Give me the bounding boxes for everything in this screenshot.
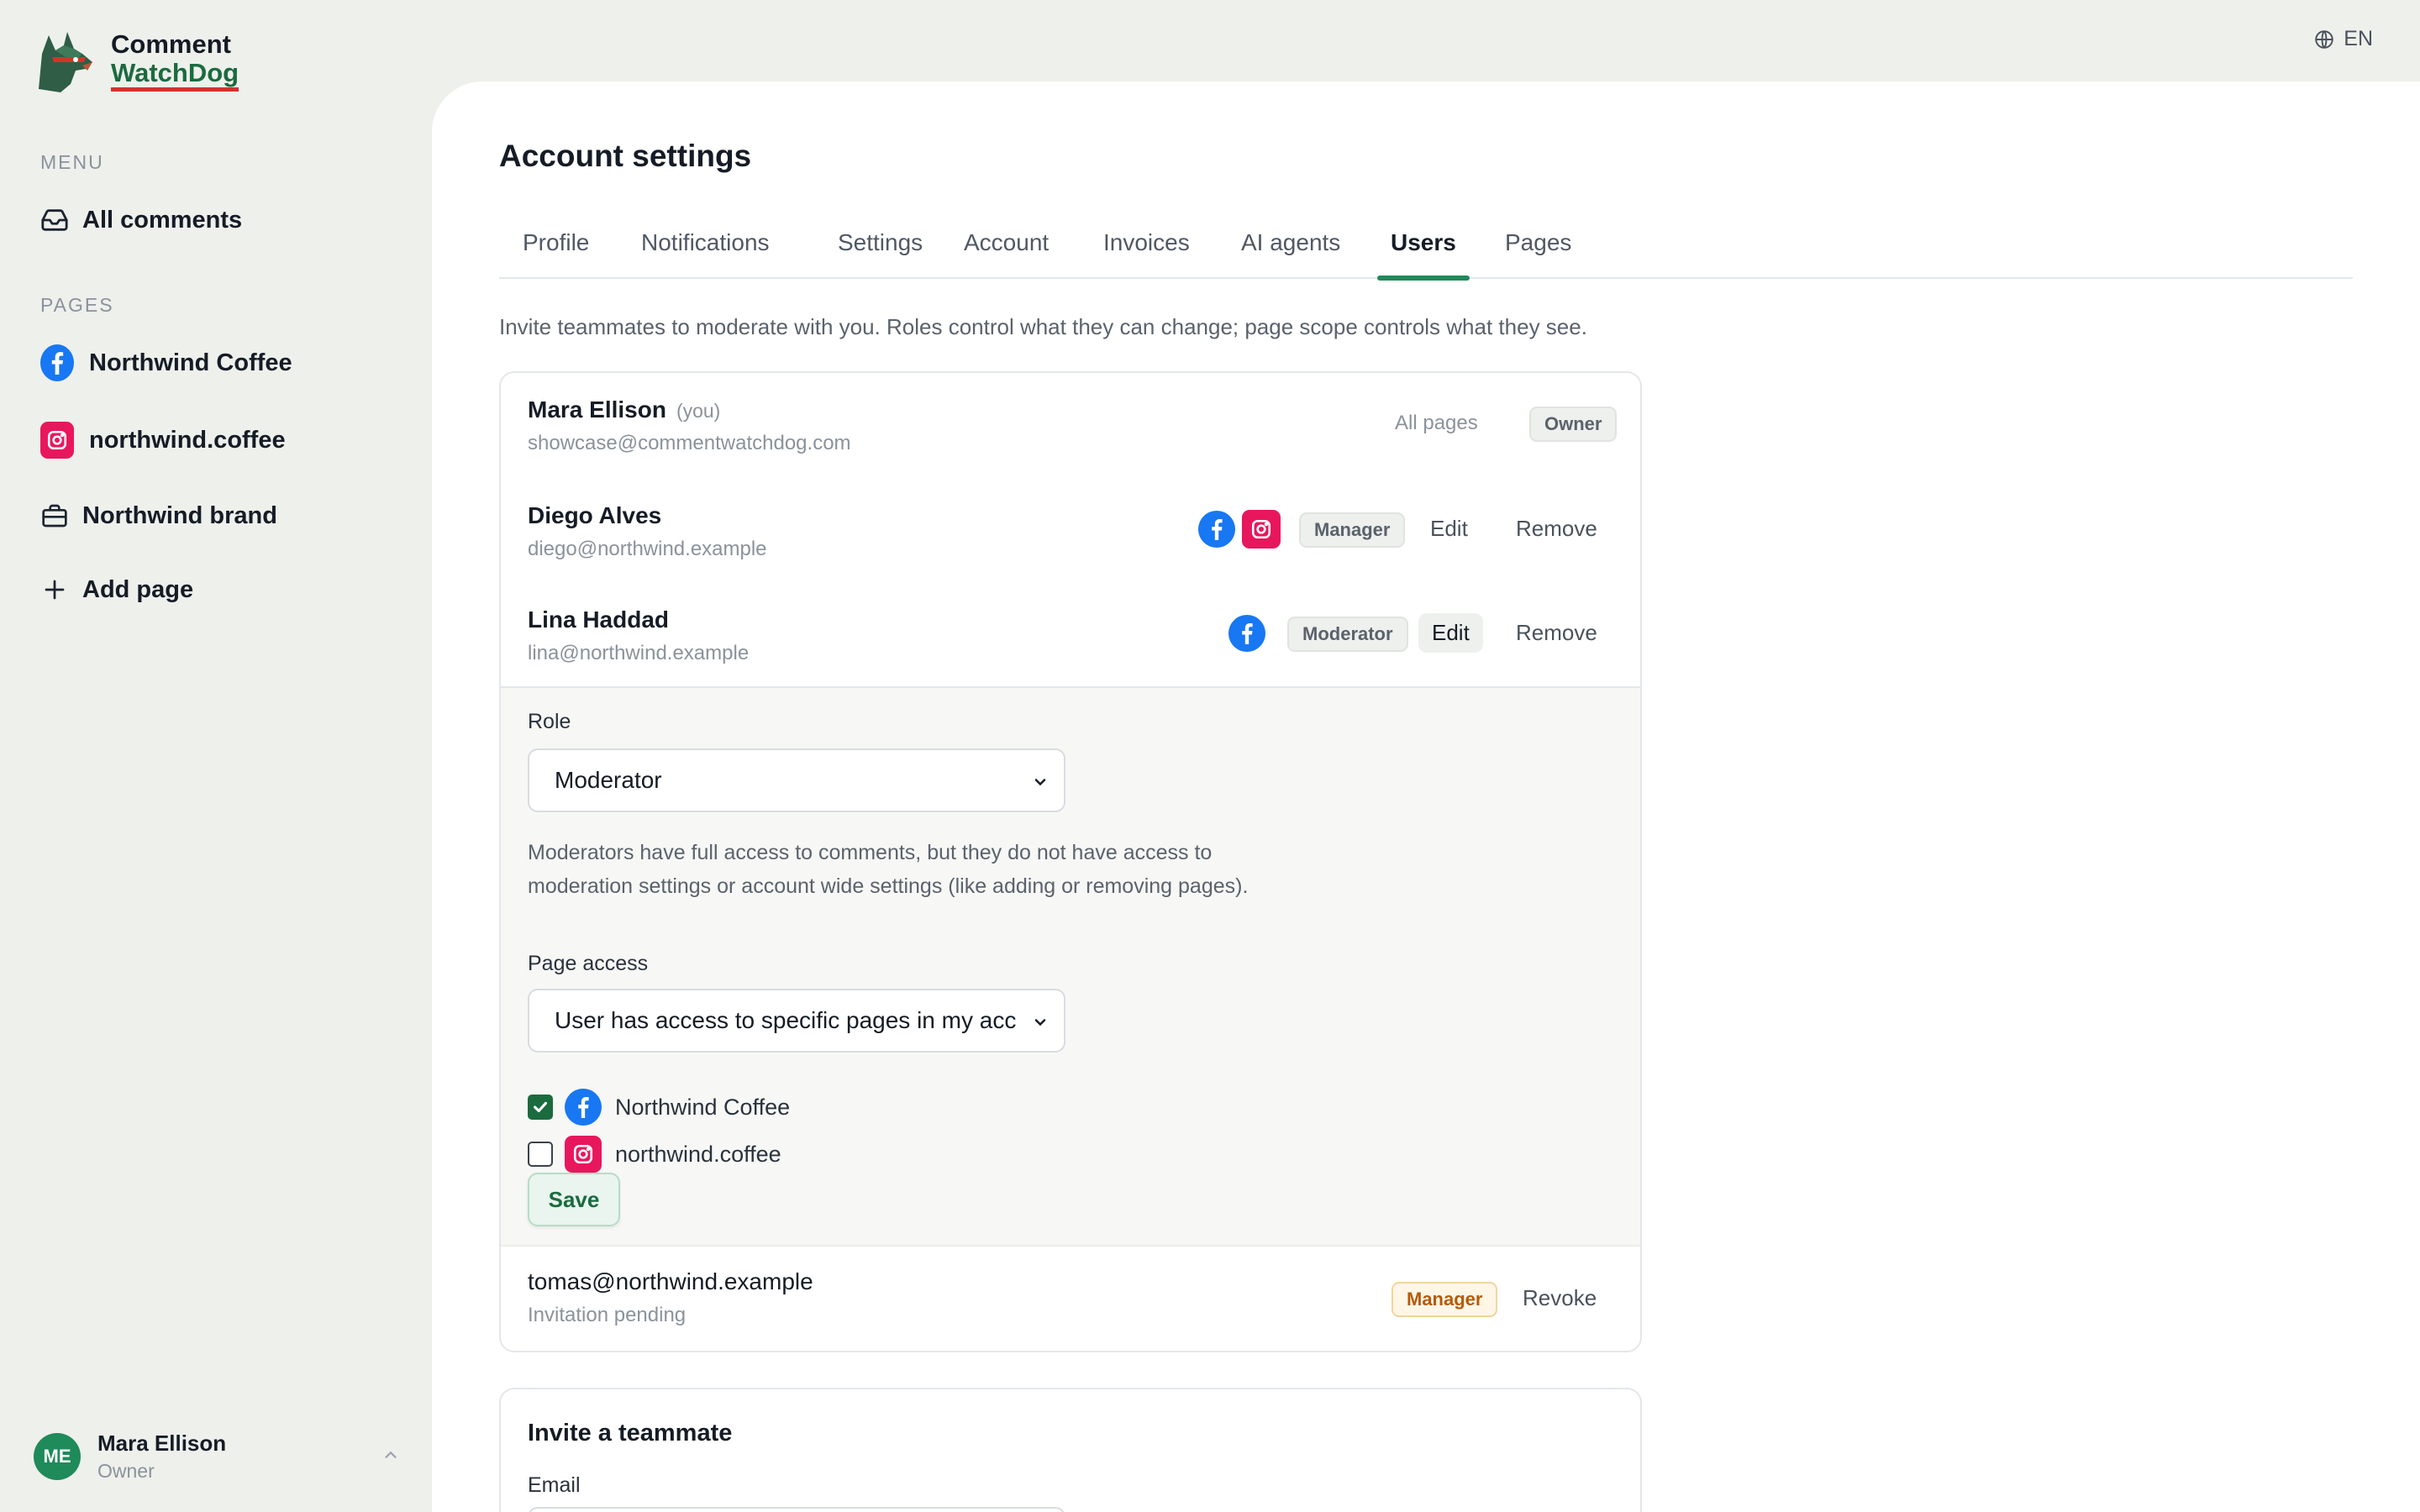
chevron-up-icon xyxy=(381,1446,400,1468)
facebook-icon xyxy=(1228,615,1265,652)
users-intro-text: Invite teammates to moderate with you. R… xyxy=(499,314,1587,339)
edit-user-panel: Role Moderator Moderators have full acce… xyxy=(501,686,1640,1245)
tab-users[interactable]: Users xyxy=(1377,229,1470,281)
page-scope-text: All pages xyxy=(1395,412,1478,434)
add-page-button[interactable]: Add page xyxy=(40,569,193,611)
globe-icon xyxy=(2315,29,2333,49)
brand-line2: WatchDog xyxy=(111,59,239,92)
user-name: Mara Ellison xyxy=(97,1431,227,1456)
invite-email-label: Email xyxy=(528,1473,581,1497)
role-help-text: Moderators have full access to comments,… xyxy=(528,841,1249,898)
page-access-label: Page access xyxy=(528,952,649,975)
instagram-icon xyxy=(565,1136,602,1173)
pages-section-label: PAGES xyxy=(40,294,114,316)
sidebar-item-label: All comments xyxy=(82,206,243,234)
invite-email-field[interactable] xyxy=(528,1507,1065,1512)
user-row: Mara Ellison (you) showcase@commentwatchd… xyxy=(501,373,1640,477)
user-name: Diego Alves xyxy=(528,502,662,528)
tab-account[interactable]: Account xyxy=(964,229,1049,279)
user-name: Lina Haddad xyxy=(528,606,670,633)
language-switcher[interactable]: EN xyxy=(2313,27,2373,51)
add-page-label: Add page xyxy=(82,575,194,603)
watchdog-logo-icon xyxy=(39,32,92,92)
facebook-icon xyxy=(565,1089,602,1126)
avatar: ME xyxy=(34,1433,81,1480)
instagram-icon xyxy=(1242,510,1281,549)
page-checkbox[interactable] xyxy=(528,1095,553,1120)
role-badge: Manager xyxy=(1392,1282,1498,1317)
remove-user-button[interactable]: Remove xyxy=(1502,509,1611,549)
main-panel: Account settings Profile Notifications S… xyxy=(432,81,2420,1512)
role-badge: Moderator xyxy=(1287,617,1408,652)
user-role: Owner xyxy=(97,1460,155,1482)
invitation-email: tomas@northwind.example xyxy=(528,1268,813,1294)
instagram-icon xyxy=(40,422,74,459)
page-access-select[interactable]: User has access to specific pages in my … xyxy=(528,989,1065,1053)
invitation-row: tomas@northwind.example Invitation pendi… xyxy=(501,1245,1640,1351)
check-icon xyxy=(534,1101,547,1113)
edit-user-button[interactable]: Edit xyxy=(1418,613,1483,653)
facebook-icon xyxy=(40,344,74,381)
app-logo[interactable]: Comment WatchDog xyxy=(27,29,239,97)
chevron-down-icon xyxy=(1028,770,1052,794)
role-select-value: Moderator xyxy=(555,767,662,793)
you-tag: (you) xyxy=(676,400,721,422)
tab-ai-agents[interactable]: AI agents xyxy=(1241,229,1340,279)
sidebar-item-all-comments[interactable]: All comments xyxy=(40,199,242,241)
invite-card: Invite a teammate Email xyxy=(499,1388,1642,1512)
sidebar-item-label: Northwind brand xyxy=(82,501,277,529)
edit-user-button[interactable]: Edit xyxy=(1417,509,1481,549)
role-select[interactable]: Moderator xyxy=(528,748,1065,812)
inbox-icon xyxy=(40,203,69,237)
page-option-label: northwind.coffee xyxy=(615,1141,781,1167)
revoke-invitation-button[interactable]: Revoke xyxy=(1509,1278,1610,1318)
sidebar-item-label: northwind.coffee xyxy=(89,426,286,454)
user-email: showcase@commentwatchdog.com xyxy=(528,432,851,454)
page-access-option[interactable]: northwind.coffee xyxy=(528,1136,781,1173)
tab-pages[interactable]: Pages xyxy=(1505,229,1571,279)
save-button[interactable]: Save xyxy=(528,1173,620,1226)
facebook-icon xyxy=(1198,511,1235,548)
sidebar-item-label: Northwind Coffee xyxy=(89,349,292,376)
brand-line1: Comment xyxy=(111,29,231,59)
page-access-select-value: User has access to specific pages in my … xyxy=(555,1007,1017,1033)
sidebar-item-northwind-coffee[interactable]: Northwind Coffee xyxy=(40,342,292,384)
invite-title: Invite a teammate xyxy=(528,1420,733,1446)
role-badge: Owner xyxy=(1529,407,1618,442)
users-card: Mara Ellison (you) showcase@commentwatchd… xyxy=(499,371,1642,1352)
tab-invoices[interactable]: Invoices xyxy=(1103,229,1190,279)
user-email: diego@northwind.example xyxy=(528,538,767,560)
sidebar: Comment WatchDog MENU All comments PAGES… xyxy=(0,0,432,1512)
language-label: EN xyxy=(2344,27,2373,50)
tab-settings[interactable]: Settings xyxy=(838,229,923,279)
tab-notifications[interactable]: Notifications xyxy=(641,229,770,279)
user-name: Mara Ellison (you) xyxy=(528,396,721,423)
page-access-option[interactable]: Northwind Coffee xyxy=(528,1089,790,1126)
remove-user-button[interactable]: Remove xyxy=(1502,613,1611,653)
user-email: lina@northwind.example xyxy=(528,642,750,664)
page-title: Account settings xyxy=(499,139,752,173)
user-menu[interactable]: ME Mara Ellison Owner xyxy=(34,1431,400,1483)
user-row: Lina Haddad lina@northwind.example Moder… xyxy=(501,581,1640,686)
sidebar-item-northwind-instagram[interactable]: northwind.coffee xyxy=(40,419,286,461)
menu-section-label: MENU xyxy=(40,151,104,173)
chevron-down-icon xyxy=(1028,1011,1052,1034)
page-option-label: Northwind Coffee xyxy=(615,1094,791,1120)
invitation-status: Invitation pending xyxy=(528,1304,687,1326)
sidebar-item-northwind-brand[interactable]: Northwind brand xyxy=(40,495,277,537)
briefcase-icon xyxy=(40,499,69,533)
plus-icon xyxy=(40,573,69,606)
page-checkbox[interactable] xyxy=(528,1142,553,1167)
role-badge: Manager xyxy=(1299,512,1406,548)
role-label: Role xyxy=(528,710,571,733)
tab-profile[interactable]: Profile xyxy=(523,229,589,279)
user-row: Diego Alves diego@northwind.example Mana… xyxy=(501,477,1640,581)
settings-tabs: Profile Notifications Settings Account I… xyxy=(499,216,2353,281)
